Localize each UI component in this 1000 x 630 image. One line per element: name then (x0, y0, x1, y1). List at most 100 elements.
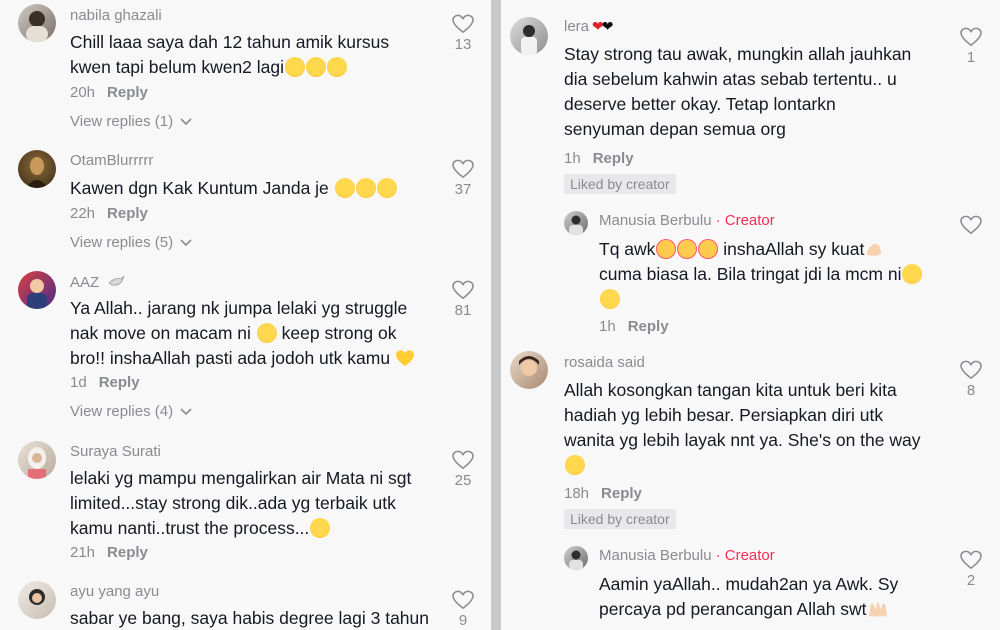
comment-item: lera ❤❤ Stay strong tau awak, mungkin all… (501, 0, 1000, 200)
open-hands-emoji-icon (868, 602, 887, 617)
red-heart-emoji-icon: ❤ (592, 18, 604, 34)
pleading-face-emoji-icon (902, 264, 923, 284)
avatar[interactable] (18, 150, 56, 188)
like-button[interactable]: 8 (956, 360, 986, 399)
heart-outline-icon (452, 590, 474, 610)
view-replies-button[interactable]: View replies (5) (70, 234, 192, 251)
username[interactable]: rosaida said (564, 354, 645, 371)
like-button[interactable]: 37 (448, 159, 478, 198)
reply-button[interactable]: Reply (107, 84, 148, 101)
username[interactable]: nabila ghazali (70, 7, 162, 24)
rofl-emoji-icon (327, 57, 348, 77)
heart-outline-icon (452, 14, 474, 34)
grinning-sweat-emoji-icon (376, 178, 397, 198)
timestamp: 21h (70, 544, 96, 561)
grinning-sweat-emoji-icon (355, 178, 376, 198)
like-count: 25 (454, 472, 472, 489)
reply-button[interactable]: Reply (593, 150, 634, 167)
like-button[interactable]: 9 (448, 590, 478, 629)
smiling-face-hearts-emoji-icon (677, 239, 698, 259)
reply-button[interactable]: Reply (99, 374, 140, 391)
view-replies-button[interactable]: View replies (4) (70, 403, 192, 420)
avatar[interactable] (510, 17, 548, 55)
username[interactable]: Manusia Berbulu · Creator (599, 547, 775, 564)
timestamp: 22h (70, 205, 96, 222)
username[interactable]: Manusia Berbulu · Creator (599, 212, 775, 229)
liked-by-creator-badge: Liked by creator (564, 174, 676, 194)
like-button[interactable] (956, 215, 986, 235)
smiling-face-hearts-emoji-icon (656, 239, 677, 259)
black-heart-emoji-icon: ❤ (601, 18, 614, 34)
timestamp: 1h (599, 318, 616, 335)
like-button[interactable]: 13 (448, 14, 478, 53)
heart-outline-icon (452, 159, 474, 179)
username[interactable]: lera ❤❤ (564, 18, 614, 35)
relieved-face-emoji-icon (310, 518, 331, 538)
avatar[interactable] (18, 581, 56, 619)
comment-meta: 1d Reply (70, 374, 140, 391)
creator-badge: · Creator (715, 212, 775, 229)
reply-button[interactable]: Reply (628, 318, 669, 335)
comment-text: Ya Allah.. jarang nk jumpa lelaki yg str… (70, 296, 440, 371)
comment-item: ayu yang ayu sabar ye bang, saya habis d… (0, 575, 491, 630)
avatar[interactable] (18, 4, 56, 42)
comment-item: nabila ghazali Chill laaa saya dah 12 ta… (0, 0, 491, 140)
dove-icon (108, 275, 125, 286)
heart-outline-icon (960, 360, 982, 380)
comment-item: OtamBlurrrrr Kawen dgn Kak Kuntum Janda … (0, 140, 491, 265)
reply-button[interactable]: Reply (107, 544, 148, 561)
chevron-down-icon (180, 408, 192, 416)
like-count: 9 (458, 612, 468, 629)
username[interactable]: OtamBlurrrrr (70, 152, 153, 169)
chevron-down-icon (180, 118, 192, 126)
like-count: 2 (966, 572, 976, 589)
username[interactable]: ayu yang ayu (70, 583, 159, 600)
username[interactable]: Suraya Surati (70, 443, 161, 460)
timestamp: 1d (70, 374, 87, 391)
like-button[interactable]: 2 (956, 550, 986, 589)
avatar[interactable] (18, 441, 56, 479)
heart-outline-icon (960, 27, 982, 47)
timestamp: 1h (564, 150, 581, 167)
username[interactable]: AAZ (70, 273, 125, 291)
like-button[interactable]: 1 (956, 27, 986, 66)
avatar[interactable] (564, 211, 588, 235)
flexed-biceps-emoji-icon (866, 243, 882, 256)
comment-text: Allah kosongkan tangan kita untuk beri k… (564, 378, 964, 478)
pleading-face-emoji-icon (600, 289, 620, 309)
like-count: 8 (966, 382, 976, 399)
like-button[interactable]: 81 (448, 280, 478, 319)
yellow-heart-emoji-icon (395, 350, 414, 367)
avatar[interactable] (18, 271, 56, 309)
chevron-down-icon (180, 239, 192, 247)
comment-meta: 18h Reply (564, 485, 642, 502)
rofl-emoji-icon (306, 57, 327, 77)
column-divider (491, 0, 501, 630)
smiling-face-emoji-icon (565, 455, 585, 475)
comment-text: sabar ye bang, saya habis degree lagi 3 … (70, 608, 430, 628)
comment-text: Tq awk inshaAllah sy kuat cuma biasa la.… (599, 237, 949, 312)
view-replies-button[interactable]: View replies (1) (70, 113, 192, 130)
comments-column-left: nabila ghazali Chill laaa saya dah 12 ta… (0, 0, 491, 630)
comment-meta: 21h Reply (70, 544, 148, 561)
creator-badge: · Creator (715, 547, 775, 564)
reply-item: Manusia Berbulu · Creator Aamin yaAllah..… (501, 535, 1000, 630)
avatar[interactable] (510, 351, 548, 389)
like-button[interactable]: 25 (448, 450, 478, 489)
comment-text: Kawen dgn Kak Kuntum Janda je (70, 176, 430, 201)
comments-column-right: lera ❤❤ Stay strong tau awak, mungkin all… (501, 0, 1000, 630)
smiling-face-hearts-emoji-icon (698, 239, 719, 259)
like-count: 1 (966, 49, 976, 66)
reply-button[interactable]: Reply (107, 205, 148, 222)
comment-meta: 1h Reply (599, 318, 669, 335)
comment-text: lelaki yg mampu mengalirkan air Mata ni … (70, 468, 412, 538)
rofl-emoji-icon (285, 57, 306, 77)
comment-text: Chill laaa saya dah 12 tahun amik kursus… (70, 32, 390, 77)
avatar[interactable] (564, 546, 588, 570)
liked-by-creator-badge: Liked by creator (564, 509, 676, 529)
heart-outline-icon (960, 215, 982, 235)
like-count: 81 (454, 302, 472, 319)
reply-item: Manusia Berbulu · Creator Tq awk inshaAll… (501, 200, 1000, 340)
comment-item: Suraya Surati lelaki yg mampu mengalirka… (0, 435, 491, 575)
reply-button[interactable]: Reply (601, 485, 642, 502)
